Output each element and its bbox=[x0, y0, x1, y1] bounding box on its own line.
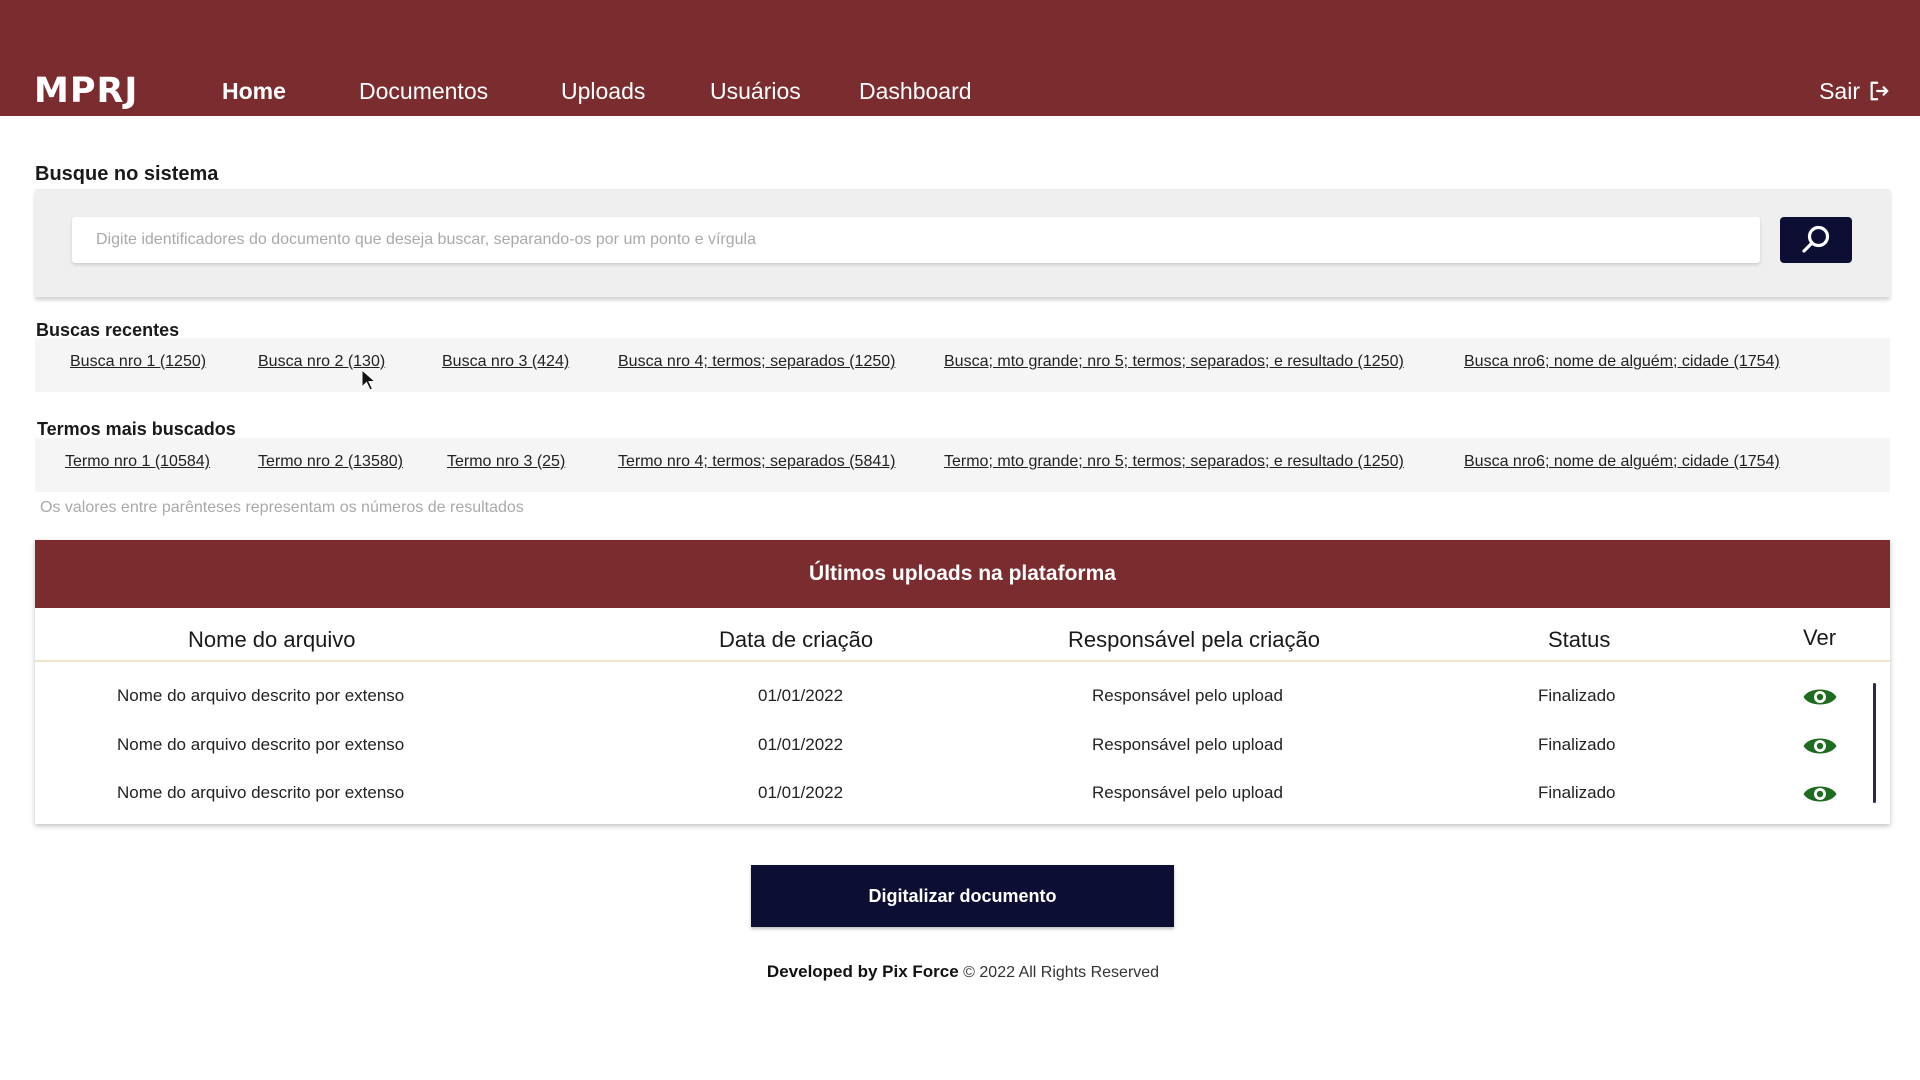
top-term-item[interactable]: Termo nro 4; termos; separados (5841) bbox=[618, 452, 895, 472]
latest-uploads-title: Últimos uploads na plataforma bbox=[35, 540, 1890, 608]
cell-owner: Responsável pelo upload bbox=[1092, 783, 1283, 802]
table-row: Nome do arquivo descrito por extenso 01/… bbox=[35, 732, 1838, 780]
eye-icon[interactable] bbox=[1802, 780, 1838, 808]
footer-developer: Developed by Pix Force bbox=[766, 962, 959, 981]
cell-status: Finalizado bbox=[1538, 783, 1616, 802]
column-header-owner: Responsável pela criação bbox=[1068, 627, 1320, 652]
digitize-document-button[interactable]: Digitalizar documento bbox=[751, 865, 1174, 927]
nav-uploads[interactable]: Uploads bbox=[561, 77, 645, 105]
column-header-date: Data de criação bbox=[719, 627, 874, 652]
cell-date: 01/01/2022 bbox=[758, 735, 844, 754]
recent-search-item[interactable]: Busca nro6; nome de alguém; cidade (1754… bbox=[1464, 352, 1780, 372]
search-panel bbox=[35, 189, 1890, 297]
footer-copyright: © 2022 All Rights Reserved bbox=[963, 964, 1160, 981]
footer: Developed by Pix Force © 2022 All Rights… bbox=[0, 962, 1920, 983]
recent-search-item[interactable]: Busca; mto grande; nro 5; termos; separa… bbox=[944, 352, 1404, 372]
cell-owner: Responsável pelo upload bbox=[1092, 735, 1283, 754]
column-header-view: Ver bbox=[1803, 625, 1837, 650]
top-term-item[interactable]: Termo; mto grande; nro 5; termos; separa… bbox=[944, 452, 1404, 472]
nav-documentos[interactable]: Documentos bbox=[359, 77, 488, 105]
top-term-item[interactable]: Termo nro 2 (13580) bbox=[258, 452, 403, 472]
mprj-logo[interactable]: MPRJ bbox=[34, 72, 138, 110]
table-row: Nome do arquivo descrito por extenso 01/… bbox=[35, 683, 1838, 731]
cell-date: 01/01/2022 bbox=[758, 686, 844, 705]
cell-filename: Nome do arquivo descrito por extenso bbox=[117, 735, 405, 754]
search-button[interactable] bbox=[1780, 217, 1852, 263]
nav-dashboard[interactable]: Dashboard bbox=[859, 77, 972, 105]
nav-usuarios[interactable]: Usuários bbox=[710, 77, 801, 105]
search-section-title: Busque no sistema bbox=[35, 163, 219, 185]
recent-searches-list: Busca nro 1 (1250) Busca nro 2 (130) Bus… bbox=[35, 338, 1890, 392]
cell-filename: Nome do arquivo descrito por extenso bbox=[117, 686, 405, 705]
mouse-cursor-icon bbox=[361, 369, 377, 391]
column-header-status: Status bbox=[1548, 627, 1611, 652]
recent-search-item[interactable]: Busca nro 4; termos; separados (1250) bbox=[618, 352, 895, 372]
logout-button[interactable]: Sair bbox=[1819, 77, 1890, 105]
cell-date: 01/01/2022 bbox=[758, 783, 844, 802]
search-icon bbox=[1802, 225, 1830, 253]
nav-home[interactable]: Home bbox=[222, 77, 286, 105]
cell-owner: Responsável pelo upload bbox=[1092, 686, 1283, 705]
logout-label: Sair bbox=[1819, 78, 1860, 104]
eye-icon[interactable] bbox=[1802, 732, 1838, 760]
results-hint: Os valores entre parênteses representam … bbox=[40, 499, 524, 516]
table-row: Nome do arquivo descrito por extenso 01/… bbox=[35, 780, 1838, 828]
column-header-filename: Nome do arquivo bbox=[188, 627, 356, 652]
latest-uploads-card: Últimos uploads na plataforma Nome do ar… bbox=[35, 540, 1890, 824]
eye-icon[interactable] bbox=[1802, 683, 1838, 711]
top-term-item[interactable]: Termo nro 1 (10584) bbox=[65, 452, 210, 472]
table-scrollbar[interactable] bbox=[1873, 683, 1876, 803]
cell-filename: Nome do arquivo descrito por extenso bbox=[117, 783, 405, 802]
search-input[interactable] bbox=[72, 217, 1760, 263]
top-term-item[interactable]: Busca nro6; nome de alguém; cidade (1754… bbox=[1464, 452, 1780, 472]
top-term-item[interactable]: Termo nro 3 (25) bbox=[447, 452, 565, 472]
cell-status: Finalizado bbox=[1538, 686, 1616, 705]
recent-search-item[interactable]: Busca nro 1 (1250) bbox=[70, 352, 206, 372]
table-header-divider bbox=[35, 660, 1890, 662]
recent-search-item[interactable]: Busca nro 3 (424) bbox=[442, 352, 569, 372]
top-navbar: MPRJ Home Documentos Uploads Usuários Da… bbox=[0, 0, 1920, 116]
cell-status: Finalizado bbox=[1538, 735, 1616, 754]
logout-icon bbox=[1870, 81, 1889, 101]
top-terms-list: Termo nro 1 (10584) Termo nro 2 (13580) … bbox=[35, 438, 1890, 492]
